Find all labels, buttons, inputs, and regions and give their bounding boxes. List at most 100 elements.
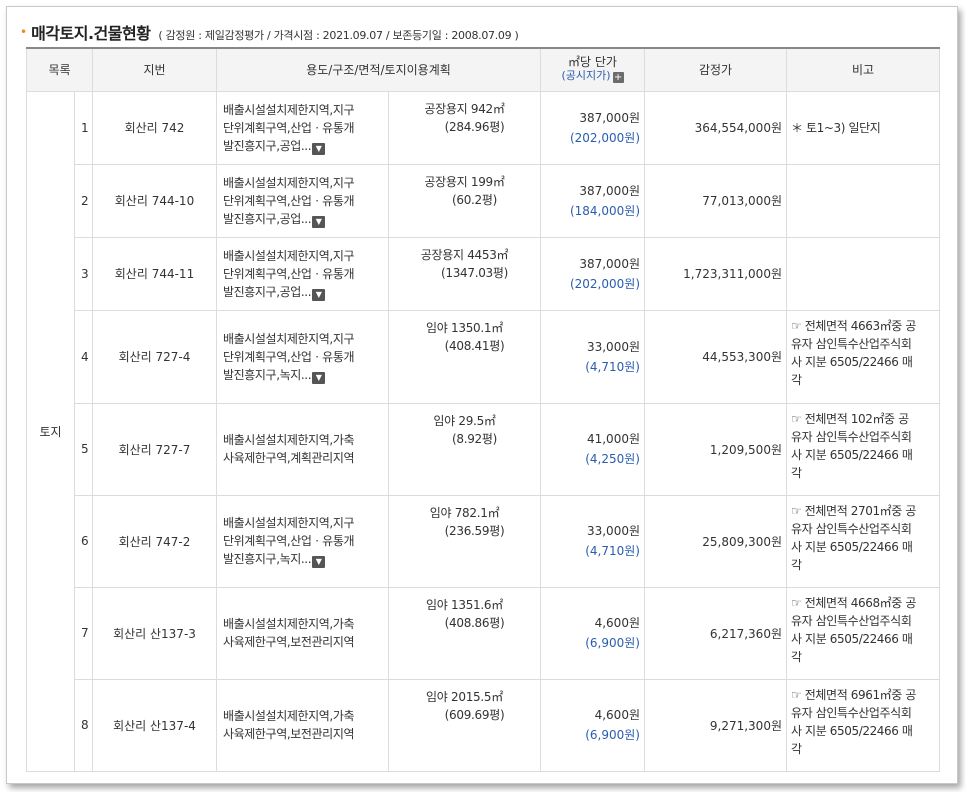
note-line: 유자 삼인특수산업주식회 [791,613,912,628]
note-line: 사 지분 6505/22466 매 [791,354,913,369]
note-cell: ＊ 토1~3) 일단지 [786,90,940,165]
land-use-line: 발진흥지구,녹지... [223,367,312,382]
unit-price-cell: 4,600원 (6,900원) [540,586,645,680]
land-use-plan: 배출시설설치제한지역,가축사육제한구역,보전관리지역 [216,678,389,772]
area-pyeong: (284.96평) [444,119,505,134]
area-cell: 임야 782.1㎡ (236.59평) [388,494,541,588]
note-line: 각 [791,741,802,756]
chevron-down-icon[interactable]: ▼ [312,215,326,228]
lot-number: 회산리 744-11 [92,236,217,311]
table-row: 8 회산리 산137-4 배출시설설치제한지역,가축 사육제한구역,보전관리지역 임야 … [27,678,940,772]
note-line: 유자 삼인특수산업주식회 [791,705,912,720]
row-number: 3 [74,236,93,311]
area-cell: 공장용지 942㎡ (284.96평) [388,90,541,165]
land-use-plan: 배출시설설치제한지역,지구 단위계획구역,산업ㆍ유통개 발진흥지구,공업... ▼ [216,163,389,238]
section-header: • 매각토지.건물현황 ( 감정원 : 제일감정평가 / 가격시점 : 2021… [20,20,519,44]
note-cell [786,236,940,311]
note-line: 사 지분 6505/22466 매 [791,723,913,738]
land-use-line: 배출시설설치제한지역,가축 [223,709,355,723]
note-line: 사 지분 6505/22466 매 [791,539,913,554]
lot-number: 회산리 744-10 [92,163,217,238]
area-value: 임야 1350.1㎡ [426,320,503,335]
chevron-down-icon[interactable]: ▼ [312,371,326,384]
land-use-line: 배출시설설치제한지역,지구 [223,175,355,190]
area-cell: 임야 1351.6㎡ (408.86평) [388,586,541,680]
category-cell: 토지 [26,90,75,772]
area-pyeong: (609.69평) [444,707,505,722]
table-row: 3 회산리 744-11 배출시설설치제한지역,지구 단위계획구역,산업ㆍ유통개 발진흥… [27,236,940,311]
lot-number: 회산리 산137-3 [92,586,217,680]
land-use-line: 배출시설설치제한지역,가축 [223,617,355,631]
public-price-toggle[interactable]: (공시지가) [561,69,610,82]
area-value: 공장용지 942㎡ [424,101,505,116]
note-cell: ☞ 전체면적 4663㎡중 공 유자 삼인특수산업주식회 사 지분 6505/224… [786,309,940,404]
note-line: ☞ 전체면적 2701㎡중 공 [791,503,916,518]
unit-price-cell: 41,000원 (4,250원) [540,402,645,496]
plus-icon[interactable]: + [612,72,624,84]
public-price-value: (202,000원) [569,276,640,291]
area-value: 공장용지 4453㎡ [420,247,509,262]
public-price-value: (4,710원) [585,544,640,558]
land-use-line: 배출시설설치제한지역,지구 [223,516,355,530]
note-line: ＊ 토1~3) 일단지 [791,120,881,135]
area-value: 임야 29.5㎡ [433,413,496,428]
appraisal-value: 25,809,300원 [644,494,787,588]
note-line: ☞ 전체면적 6961㎡중 공 [791,687,916,702]
page-title: 매각토지.건물현황 [31,24,151,43]
chevron-down-icon[interactable]: ▼ [312,142,326,155]
public-price-value: (6,900원) [585,728,640,742]
appraisal-value: 6,217,360원 [644,586,787,680]
note-line: 각 [791,557,802,572]
note-line: 각 [791,649,802,664]
public-price-value: (202,000원) [569,130,640,145]
land-use-line: 배출시설설치제한지역,지구 [223,331,355,346]
unit-price-cell: 387,000원 (184,000원) [540,163,645,238]
note-line: 유자 삼인특수산업주식회 [791,429,912,444]
land-use-line: 사육제한구역,계획관리지역 [223,451,355,465]
area-pyeong: (1347.03평) [440,265,509,280]
area-cell: 임야 1350.1㎡ (408.41평) [388,309,541,404]
table-header-row: 목록 지번 용도/구조/면적/토지이용계획 ㎡당 단가 (공시지가) + 감정가 … [26,48,940,92]
unit-price-value: 4,600원 [594,616,640,630]
unit-price-value: 41,000원 [586,432,640,446]
area-pyeong: (60.2평) [451,192,498,207]
area-value: 공장용지 199㎡ [424,174,505,189]
note-line: 유자 삼인특수산업주식회 [791,336,912,351]
unit-price-value: 387,000원 [579,183,640,198]
col-header-note: 비고 [786,48,940,92]
land-use-line: 배출시설설치제한지역,지구 [223,248,355,263]
area-value: 임야 2015.5㎡ [426,689,503,704]
note-cell: ☞ 전체면적 2701㎡중 공 유자 삼인특수산업주식회 사 지분 6505/224… [786,494,940,588]
col-header-use: 용도/구조/면적/토지이용계획 [216,48,541,92]
land-use-plan: 배출시설설치제한지역,지구 단위계획구역,산업ㆍ유통개 발진흥지구,공업... ▼ [216,236,389,311]
appraisal-value: 44,553,300원 [644,309,787,404]
land-use-plan: 배출시설설치제한지역,지구 단위계획구역,산업ㆍ유통개 발진흥지구,녹지... ▼ [216,309,389,404]
land-use-line: 발진흥지구,공업... [223,138,312,153]
lot-number: 회산리 747-2 [92,494,217,588]
area-value: 임야 782.1㎡ [429,505,500,520]
public-price-value: (6,900원) [585,636,640,650]
land-use-plan: 배출시설설치제한지역,지구 단위계획구역,산업ㆍ유통개 발진흥지구,녹지... ▼ [216,494,389,588]
row-number: 8 [74,678,93,772]
row-number: 2 [74,163,93,238]
table-row: 토지 1 회산리 742 배출시설설치제한지역,지구 단위계획구역,산업ㆍ유통개 발진흥지… [26,90,940,772]
land-use-line: 사육제한구역,보전관리지역 [223,727,355,741]
land-use-line: 배출시설설치제한지역,가축 [223,433,355,447]
col-header-lot: 지번 [92,48,217,92]
area-pyeong: (408.41평) [444,338,505,353]
chevron-down-icon[interactable]: ▼ [312,556,326,568]
note-line: ☞ 전체면적 102㎡중 공 [791,411,909,426]
appraisal-meta: ( 감정원 : 제일감정평가 / 가격시점 : 2021.09.07 / 보존등… [158,29,519,42]
note-line: 사 지분 6505/22466 매 [791,447,913,462]
appraisal-value: 77,013,000원 [644,163,787,238]
note-cell: ☞ 전체면적 4668㎡중 공 유자 삼인특수산업주식회 사 지분 6505/224… [786,586,940,680]
unit-price-cell: 387,000원 (202,000원) [540,236,645,311]
unit-price-label: ㎡당 단가 [568,55,617,70]
lot-number: 회산리 산137-4 [92,678,217,772]
appraisal-value: 1,209,500원 [644,402,787,496]
area-pyeong: (236.59평) [444,523,505,538]
col-header-category: 목록 [26,48,93,92]
land-use-line: 단위계획구역,산업ㆍ유통개 [223,534,355,548]
chevron-down-icon[interactable]: ▼ [312,288,326,301]
table-row: 7 회산리 산137-3 배출시설설치제한지역,가축 사육제한구역,보전관리지역 임야 … [27,586,940,680]
